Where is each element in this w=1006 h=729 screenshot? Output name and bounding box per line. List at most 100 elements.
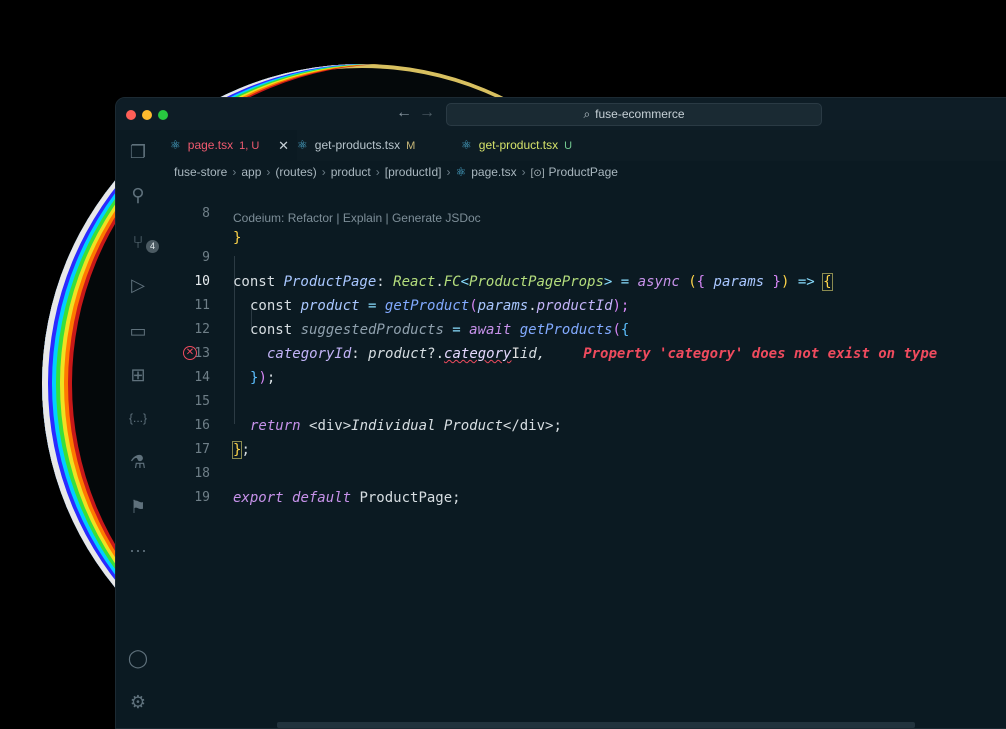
code-token: => [789,274,824,290]
code-line: 19 [160,462,211,505]
code-token: } [764,274,781,290]
bookmark-icon[interactable]: ⚑ [126,495,150,519]
command-center-search[interactable]: ⌕ fuse-ecommerce [446,103,822,126]
search-icon: ⌕ [583,107,591,121]
activity-bar: ❐ ⚲ ⑂ 4 ▷ ▭ ⊞ {...} ⚗ ⚑ ··· ◯ ⚙ [116,130,160,728]
account-icon[interactable]: ◯ [126,646,150,670]
code-token: getProduct [384,298,470,314]
close-window-button[interactable] [126,110,136,120]
settings-gear-icon[interactable]: ⚙ [126,690,150,714]
code-line: 9 const ProductPage: React.FC<ProductPag… [160,222,833,291]
code-token: ProductPageProps [469,274,604,290]
code-line: 12 ✕ categoryId: product?.categoryIid, Pro… [160,294,937,362]
back-arrow-icon[interactable]: ← [396,104,412,122]
more-icon[interactable]: ··· [126,538,150,562]
code-token: productId [536,298,613,314]
codeium-codelens[interactable]: Codeium: Refactor | Explain | Generate J… [233,208,481,228]
code-token: ; [266,370,276,386]
code-token: < [460,274,470,290]
tab-label: get-product.tsx [478,138,559,152]
code-token: = [443,322,470,338]
forward-arrow-icon[interactable]: → [419,104,435,122]
minimize-window-button[interactable] [142,110,152,120]
code-line: 16 }; [160,390,250,459]
breadcrumb-item[interactable]: ProductPage [549,165,618,179]
tab-get-products-tsx[interactable]: ⚛ get-products.tsx M [287,130,447,161]
code-line: 13 }); [160,318,275,386]
extensions-icon[interactable]: ⊞ [126,363,150,387]
command-center-label: fuse-ecommerce [595,107,685,121]
code-token: = [612,274,638,290]
code-line: 10 const product = getProduct(params.pro… [160,246,629,314]
text-cursor-icon: I [511,346,520,362]
code-token: categoryId [267,346,352,362]
code-token: export [233,490,293,506]
code-token: ( [679,274,697,290]
remote-explorer-icon[interactable]: ▭ [126,319,150,343]
tab-page-tsx[interactable]: ⚛ page.tsx 1, U ✕ [160,130,297,161]
react-icon: ⚛ [455,165,467,179]
code-text: } [233,230,242,246]
editor-tabs: ⚛ page.tsx 1, U ✕ ⚛ get-products.tsx M ⚛ get-… [160,130,1006,161]
horizontal-scrollbar[interactable] [277,722,915,728]
code-token: ; [452,490,461,506]
line-number: 19 [194,490,210,505]
code-line: 8 } [160,178,241,246]
source-control-icon[interactable]: ⑂ 4 [126,230,159,254]
vscode-window: ← → ⌕ fuse-ecommerce ❐ ⚲ ⑂ 4 ▷ ▭ ⊞ {...} … [115,97,1006,729]
breadcrumb-item[interactable]: fuse-store [174,165,227,179]
breadcrumb-item[interactable]: product [331,165,371,179]
code-editor[interactable]: 8 } Codeium: Refactor | Explain | Genera… [160,184,1006,728]
code-token: Individual Product [351,418,503,434]
code-token: . [435,274,444,290]
code-token: ; [241,442,250,458]
code-token: : [351,346,369,362]
codeium-icon[interactable]: {...} [126,406,150,430]
code-token: <div> [309,418,352,434]
testing-icon[interactable]: ⚗ [126,450,150,474]
code-token: : [376,274,394,290]
code-token: suggestedProducts [300,322,444,338]
code-token: await [469,322,520,338]
code-line: 17 [160,414,211,457]
code-token: { [822,273,833,291]
error-token: category [444,346,512,362]
code-token: ); [612,298,630,314]
code-token: params [713,274,765,290]
breadcrumb-item[interactable]: page.tsx [471,165,516,179]
react-icon: ⚛ [170,138,181,152]
symbol-icon: [⊙] [530,168,545,179]
code-token: product [300,298,360,314]
breadcrumb-item[interactable]: (routes) [275,165,316,179]
tab-get-product-tsx[interactable]: ⚛ get-product.tsx U [451,130,601,161]
react-icon: ⚛ [297,138,308,152]
breadcrumb: fuse-store › app › (routes) › product › [product… [174,165,618,179]
tab-status: M [406,140,416,152]
code-line: 14 [160,342,211,385]
inline-error-message: Property 'category' does not exist on ty… [583,346,938,362]
code-line: 18 export default ProductPage; [160,438,460,506]
code-line: 15 return <div>Individual Product</div>; [160,366,562,434]
breadcrumb-item[interactable]: app [241,165,261,179]
react-icon: ⚛ [461,138,472,152]
code-token: product [368,346,428,362]
tab-label: get-products.tsx [314,138,401,152]
explorer-icon[interactable]: ❐ [126,140,150,164]
run-debug-icon[interactable]: ▷ [126,273,150,297]
tab-status: U [564,140,573,152]
maximize-window-button[interactable] [158,110,168,120]
tab-label: page.tsx [187,138,234,152]
code-token: ) [258,370,267,386]
breadcrumb-item[interactable]: [productId] [385,165,442,179]
tab-status: 1, U [239,140,260,152]
code-token: params [477,298,529,314]
code-token: id, [519,346,546,362]
search-icon[interactable]: ⚲ [126,183,150,207]
code-token: default [292,490,360,506]
source-control-badge: 4 [146,240,159,253]
code-token: { [696,274,714,290]
code-token: getProducts [519,322,613,338]
code-token: . [528,298,537,314]
code-token: ProductPage [359,490,453,506]
code-token: ProductPage [283,274,377,290]
